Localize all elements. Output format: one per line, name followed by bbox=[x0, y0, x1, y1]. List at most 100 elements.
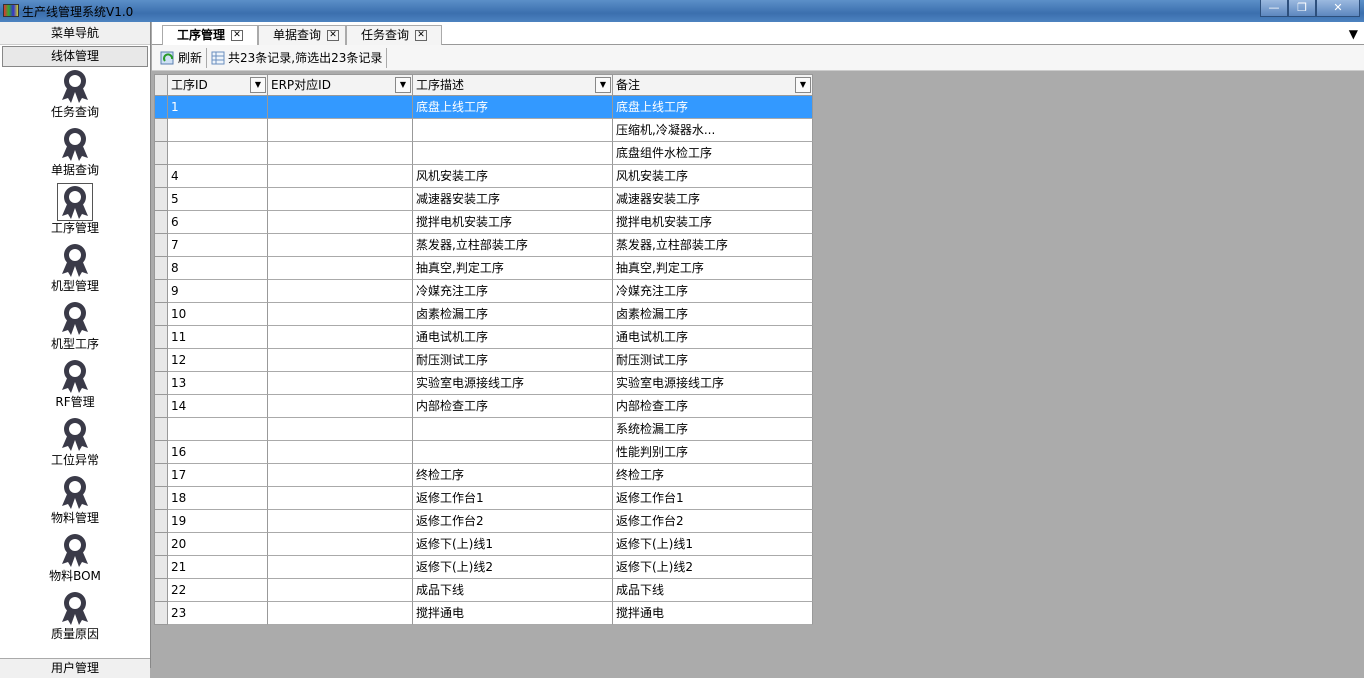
table-cell[interactable]: 14 bbox=[168, 395, 268, 418]
table-cell[interactable]: 底盘上线工序 bbox=[413, 96, 613, 119]
sidebar-item[interactable]: 质量原因 bbox=[0, 590, 150, 647]
table-cell[interactable]: 5 bbox=[168, 188, 268, 211]
table-row[interactable]: 21 返修下(上)线2 返修下(上)线2 bbox=[155, 556, 813, 579]
table-cell[interactable]: 返修工作台2 bbox=[613, 510, 813, 533]
table-cell[interactable]: 通电试机工序 bbox=[413, 326, 613, 349]
table-cell[interactable]: 返修工作台2 bbox=[413, 510, 613, 533]
table-cell[interactable] bbox=[268, 556, 413, 579]
table-row[interactable]: 12 耐压测试工序 耐压测试工序 bbox=[155, 349, 813, 372]
table-cell[interactable] bbox=[413, 418, 613, 441]
table-cell[interactable]: 减速器安装工序 bbox=[613, 188, 813, 211]
table-cell[interactable]: 底盘组件水检工序 bbox=[613, 142, 813, 165]
table-cell[interactable]: 搅拌电机安装工序 bbox=[613, 211, 813, 234]
table-cell[interactable] bbox=[268, 395, 413, 418]
table-cell[interactable]: 冷媒充注工序 bbox=[413, 280, 613, 303]
table-cell[interactable]: 减速器安装工序 bbox=[413, 188, 613, 211]
filter-dropdown-icon[interactable]: ▼ bbox=[250, 77, 266, 93]
table-row[interactable]: 系统检漏工序 bbox=[155, 418, 813, 441]
table-cell[interactable] bbox=[168, 142, 268, 165]
close-button[interactable]: ✕ bbox=[1316, 0, 1360, 17]
table-cell[interactable]: 卤素检漏工序 bbox=[613, 303, 813, 326]
table-cell[interactable] bbox=[268, 372, 413, 395]
table-cell[interactable]: 抽真空,判定工序 bbox=[613, 257, 813, 280]
table-row[interactable]: 17 终检工序 终检工序 bbox=[155, 464, 813, 487]
minimize-button[interactable]: — bbox=[1260, 0, 1288, 17]
sidebar-item[interactable]: 机型工序 bbox=[0, 300, 150, 357]
table-cell[interactable] bbox=[268, 349, 413, 372]
table-cell[interactable]: 终检工序 bbox=[413, 464, 613, 487]
table-cell[interactable] bbox=[168, 418, 268, 441]
table-cell[interactable] bbox=[268, 418, 413, 441]
sidebar-item[interactable]: 机型管理 bbox=[0, 242, 150, 299]
table-cell[interactable]: 21 bbox=[168, 556, 268, 579]
table-cell[interactable] bbox=[268, 188, 413, 211]
table-cell[interactable]: 6 bbox=[168, 211, 268, 234]
table-cell[interactable]: 4 bbox=[168, 165, 268, 188]
table-cell[interactable]: 搅拌电机安装工序 bbox=[413, 211, 613, 234]
table-cell[interactable]: 1 bbox=[168, 96, 268, 119]
table-row[interactable]: 9 冷媒充注工序 冷媒充注工序 bbox=[155, 280, 813, 303]
row-header[interactable] bbox=[155, 395, 168, 418]
table-cell[interactable]: 11 bbox=[168, 326, 268, 349]
table-cell[interactable] bbox=[268, 579, 413, 602]
table-cell[interactable] bbox=[268, 280, 413, 303]
table-cell[interactable] bbox=[268, 510, 413, 533]
table-cell[interactable]: 通电试机工序 bbox=[613, 326, 813, 349]
table-cell[interactable]: 返修下(上)线2 bbox=[413, 556, 613, 579]
table-cell[interactable]: 成品下线 bbox=[613, 579, 813, 602]
row-header[interactable] bbox=[155, 556, 168, 579]
table-cell[interactable]: 耐压测试工序 bbox=[613, 349, 813, 372]
table-row[interactable]: 压缩机,冷凝器水... bbox=[155, 119, 813, 142]
table-row[interactable]: 1 底盘上线工序 底盘上线工序 bbox=[155, 96, 813, 119]
tab-close-icon[interactable]: ✕ bbox=[231, 30, 244, 41]
table-cell[interactable]: 13 bbox=[168, 372, 268, 395]
table-cell[interactable] bbox=[268, 487, 413, 510]
table-row[interactable]: 11 通电试机工序 通电试机工序 bbox=[155, 326, 813, 349]
table-row[interactable]: 20 返修下(上)线1 返修下(上)线1 bbox=[155, 533, 813, 556]
table-row[interactable]: 4 风机安装工序 风机安装工序 bbox=[155, 165, 813, 188]
row-header[interactable] bbox=[155, 510, 168, 533]
table-cell[interactable]: 搅拌通电 bbox=[413, 602, 613, 625]
table-cell[interactable]: 风机安装工序 bbox=[613, 165, 813, 188]
row-header[interactable] bbox=[155, 533, 168, 556]
row-header[interactable] bbox=[155, 211, 168, 234]
tab-close-icon[interactable]: ✕ bbox=[415, 30, 428, 41]
row-header[interactable] bbox=[155, 418, 168, 441]
table-cell[interactable]: 底盘上线工序 bbox=[613, 96, 813, 119]
tab-menu-icon[interactable]: ▼ bbox=[1349, 27, 1358, 41]
row-header[interactable] bbox=[155, 280, 168, 303]
table-cell[interactable]: 蒸发器,立柱部装工序 bbox=[413, 234, 613, 257]
table-cell[interactable]: 返修工作台1 bbox=[413, 487, 613, 510]
table-cell[interactable] bbox=[168, 119, 268, 142]
table-cell[interactable]: 22 bbox=[168, 579, 268, 602]
tab[interactable]: 任务查询 ✕ bbox=[346, 25, 442, 45]
row-header[interactable] bbox=[155, 188, 168, 211]
row-header[interactable] bbox=[155, 234, 168, 257]
table-cell[interactable]: 内部检查工序 bbox=[613, 395, 813, 418]
table-row[interactable]: 18 返修工作台1 返修工作台1 bbox=[155, 487, 813, 510]
table-cell[interactable]: 耐压测试工序 bbox=[413, 349, 613, 372]
table-cell[interactable] bbox=[268, 257, 413, 280]
table-cell[interactable]: 17 bbox=[168, 464, 268, 487]
row-header[interactable] bbox=[155, 464, 168, 487]
sidebar-group-user[interactable]: 用户管理 bbox=[0, 658, 150, 678]
table-cell[interactable]: 终检工序 bbox=[613, 464, 813, 487]
table-cell[interactable] bbox=[268, 142, 413, 165]
table-row[interactable]: 10 卤素检漏工序 卤素检漏工序 bbox=[155, 303, 813, 326]
row-header[interactable] bbox=[155, 602, 168, 625]
table-cell[interactable]: 返修下(上)线2 bbox=[613, 556, 813, 579]
column-header[interactable]: 工序ID ▼ bbox=[168, 75, 268, 96]
table-cell[interactable]: 返修下(上)线1 bbox=[413, 533, 613, 556]
table-cell[interactable]: 系统检漏工序 bbox=[613, 418, 813, 441]
table-cell[interactable] bbox=[413, 119, 613, 142]
table-cell[interactable]: 压缩机,冷凝器水... bbox=[613, 119, 813, 142]
table-cell[interactable]: 18 bbox=[168, 487, 268, 510]
table-cell[interactable]: 19 bbox=[168, 510, 268, 533]
table-cell[interactable] bbox=[268, 303, 413, 326]
sidebar-item[interactable]: 工位异常 bbox=[0, 416, 150, 473]
table-cell[interactable]: 卤素检漏工序 bbox=[413, 303, 613, 326]
table-cell[interactable]: 12 bbox=[168, 349, 268, 372]
row-header[interactable] bbox=[155, 326, 168, 349]
sidebar-group-line[interactable]: 线体管理 bbox=[2, 46, 148, 67]
table-cell[interactable]: 内部检查工序 bbox=[413, 395, 613, 418]
